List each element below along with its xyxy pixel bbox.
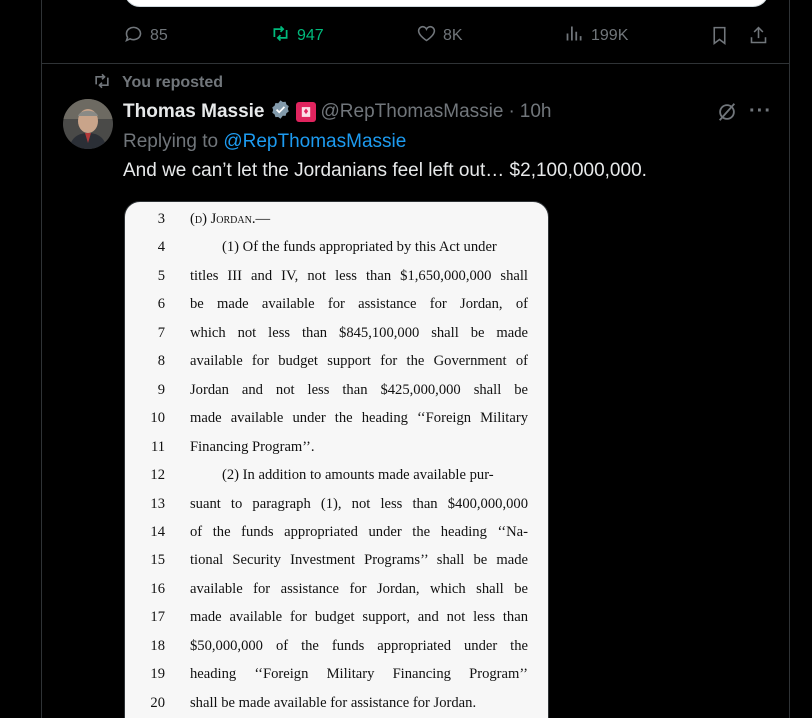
views-count: 199K bbox=[591, 27, 629, 44]
line-text: heading ‘‘Foreign Military Financing Pro… bbox=[190, 666, 528, 683]
line-number: 19 bbox=[150, 666, 165, 683]
document-line: 4 (1) Of the funds appropriated by this A… bbox=[125, 239, 548, 267]
document-line: 10 made available under the heading ‘‘For… bbox=[125, 410, 548, 438]
line-number: 11 bbox=[150, 438, 165, 455]
tweet-divider bbox=[42, 63, 789, 64]
bookmark-icon bbox=[709, 26, 730, 50]
document-line: 9 Jordan and not less than $425,000,000 s… bbox=[125, 382, 548, 410]
avatar[interactable] bbox=[63, 99, 113, 149]
document-line: 5 titles III and IV, not less than $1,650… bbox=[125, 268, 548, 296]
tweet-text: And we can’t let the Jordanians feel lef… bbox=[123, 160, 647, 181]
views-chart-icon bbox=[564, 23, 585, 49]
line-number: 9 bbox=[157, 381, 165, 398]
reply-count: 85 bbox=[150, 27, 168, 44]
line-number: 5 bbox=[157, 267, 165, 284]
line-text: available for budget support for the Gov… bbox=[190, 353, 528, 370]
like-count: 8K bbox=[443, 27, 463, 44]
previous-tweet-media-card[interactable] bbox=[124, 0, 769, 7]
reply-mention-link[interactable]: @RepThomasMassie bbox=[223, 131, 406, 152]
document-line: 6 be made available for assistance for Jo… bbox=[125, 296, 548, 324]
heart-icon bbox=[416, 23, 437, 49]
line-text: Financing Program’’. bbox=[190, 438, 315, 455]
document-line: 11 Financing Program’’. bbox=[125, 439, 548, 467]
line-text: made available under the heading ‘‘Forei… bbox=[190, 410, 528, 427]
line-number: 18 bbox=[150, 637, 165, 654]
line-number: 4 bbox=[157, 239, 165, 256]
previous-tweet-action-bar: 85 947 8K 199K bbox=[42, 22, 789, 50]
affiliate-badge-icon[interactable] bbox=[295, 102, 316, 122]
repost-button[interactable]: 947 bbox=[270, 22, 324, 50]
tweet-timestamp[interactable]: 10h bbox=[520, 101, 552, 123]
line-text: which not less than $845,100,000 shall b… bbox=[190, 324, 528, 341]
line-text: (d) Jordan.— bbox=[190, 211, 271, 227]
line-text: (2) In addition to amounts made availabl… bbox=[222, 467, 494, 484]
document-line: 7 which not less than $845,100,000 shall … bbox=[125, 325, 548, 353]
display-name[interactable]: Thomas Massie bbox=[123, 101, 265, 123]
line-number: 8 bbox=[157, 353, 165, 370]
verified-badge-icon bbox=[270, 99, 291, 126]
document-line: 14 of the funds appropriated under the he… bbox=[125, 524, 548, 552]
line-number: 20 bbox=[150, 694, 165, 711]
bookmark-button[interactable] bbox=[709, 25, 730, 51]
document-line: 16 available for assistance for Jordan, w… bbox=[125, 581, 548, 609]
line-text: $50,000,000 of the funds appropriated un… bbox=[190, 637, 528, 654]
document-line: 12 (2) In addition to amounts made availa… bbox=[125, 467, 548, 495]
document-line: 20 shall be made available for assistance… bbox=[125, 695, 548, 718]
line-number: 3 bbox=[157, 211, 165, 227]
document-line: 3 (d) Jordan.— bbox=[125, 211, 548, 239]
document-line: 19 heading ‘‘Foreign Military Financing P… bbox=[125, 666, 548, 694]
reply-button[interactable]: 85 bbox=[123, 22, 168, 50]
line-number: 7 bbox=[157, 324, 165, 341]
repost-indicator-icon bbox=[92, 71, 112, 96]
tweet-header: Thomas Massie @RepThomasMassie · 10h bbox=[123, 99, 552, 125]
repost-count: 947 bbox=[297, 27, 324, 44]
separator-dot: · bbox=[508, 101, 515, 122]
line-text: suant to paragraph (1), not less than $4… bbox=[190, 495, 528, 512]
document-line: 8 available for budget support for the Go… bbox=[125, 353, 548, 381]
line-text: shall be made available for assistance f… bbox=[190, 694, 477, 711]
like-button[interactable]: 8K bbox=[416, 22, 463, 50]
line-text: tional Security Investment Programs’’ sh… bbox=[190, 552, 528, 569]
line-number: 6 bbox=[157, 296, 165, 313]
document-line: 18 $50,000,000 of the funds appropriated … bbox=[125, 638, 548, 666]
repost-icon bbox=[270, 23, 291, 49]
share-icon bbox=[748, 26, 769, 50]
line-number: 17 bbox=[150, 609, 165, 626]
line-text: be made available for assistance for Jor… bbox=[190, 296, 528, 313]
line-text: Jordan and not less than $425,000,000 sh… bbox=[190, 381, 528, 398]
line-text: available for assistance for Jordan, whi… bbox=[190, 580, 528, 597]
attached-document-image[interactable]: 3 (d) Jordan.— 4 (1) Of the funds appropria… bbox=[124, 201, 549, 718]
grok-icon[interactable] bbox=[716, 101, 738, 128]
repost-banner[interactable]: You reposted bbox=[92, 73, 223, 93]
handle[interactable]: @RepThomasMassie bbox=[321, 101, 504, 123]
document-line: 13 suant to paragraph (1), not less than … bbox=[125, 496, 548, 524]
reply-icon bbox=[123, 23, 144, 49]
line-text: (1) Of the funds appropriated by this Ac… bbox=[222, 239, 497, 256]
share-button[interactable] bbox=[748, 25, 769, 51]
line-text: titles III and IV, not less than $1,650,… bbox=[190, 267, 528, 284]
line-text: of the funds appropriated under the head… bbox=[190, 523, 528, 540]
document-line: 15 tional Security Investment Programs’’ … bbox=[125, 552, 548, 580]
replying-to: Replying to @RepThomasMassie bbox=[123, 131, 406, 153]
repost-banner-label: You reposted bbox=[122, 74, 224, 91]
line-number: 16 bbox=[150, 580, 165, 597]
more-options-icon[interactable]: ··· bbox=[749, 100, 772, 123]
line-number: 14 bbox=[150, 523, 165, 540]
line-number: 15 bbox=[150, 552, 165, 569]
line-text: made available for budget support, and n… bbox=[190, 609, 528, 626]
reply-prefix: Replying to bbox=[123, 131, 219, 152]
line-number: 12 bbox=[150, 467, 165, 484]
timeline-column: 85 947 8K 199K You reposted Thomas Massi… bbox=[41, 0, 790, 718]
line-number: 10 bbox=[150, 410, 165, 427]
line-number: 13 bbox=[150, 495, 165, 512]
views-button[interactable]: 199K bbox=[564, 22, 628, 50]
document-line: 17 made available for budget support, and… bbox=[125, 609, 548, 637]
